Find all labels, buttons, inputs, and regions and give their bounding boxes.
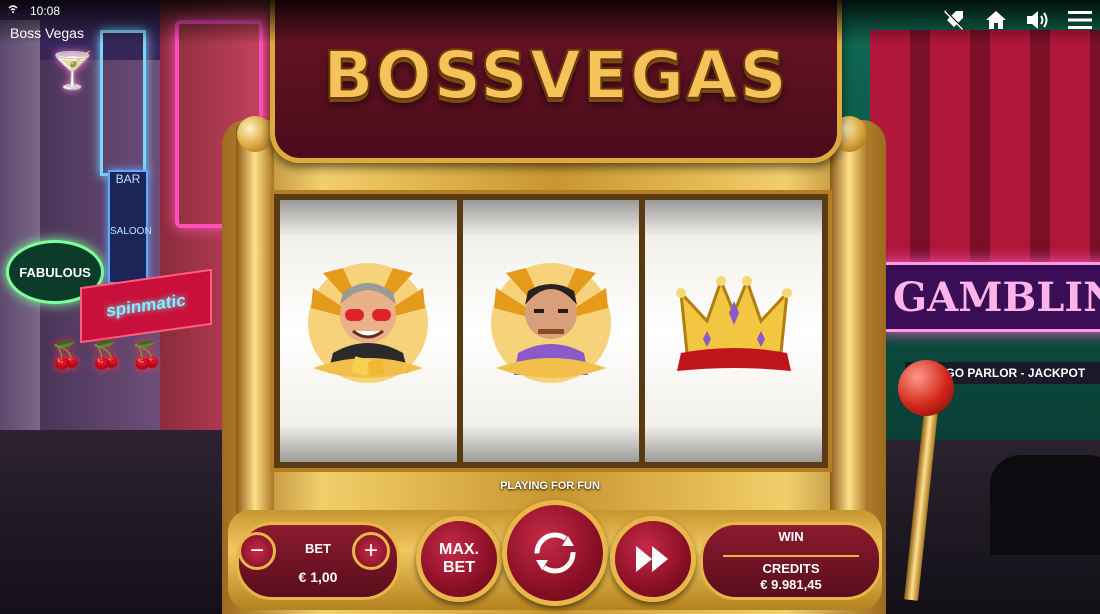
credits-value: € 9.981,45: [760, 577, 822, 592]
win-panel: WIN CREDITS € 9.981,45: [700, 522, 882, 600]
slot-lever-knob[interactable]: [898, 360, 954, 416]
win-label: WIN: [778, 529, 804, 544]
gambling-neon-sign: GAMBLIN: [880, 262, 1100, 332]
right-pillar: [830, 120, 868, 520]
bet-value: € 1,00: [298, 569, 338, 585]
left-orb-ornament: [237, 116, 273, 152]
max-bet-label-line2: BET: [443, 559, 475, 576]
reel-3: [645, 200, 823, 462]
bar-saloon-sign: BAR SALOON: [108, 170, 152, 284]
credits-label: CREDITS: [762, 561, 820, 576]
bar-sign-text: BAR: [115, 172, 141, 186]
building-right-red-columns: [870, 30, 1100, 290]
reel-2: [462, 200, 640, 462]
bet-increase-button[interactable]: +: [352, 532, 390, 570]
crown-symbol-icon: [675, 276, 792, 371]
win-divider: [723, 555, 859, 557]
wifi-icon: [8, 4, 18, 17]
app-title: Boss Vegas: [10, 25, 84, 41]
black-limousine: [990, 455, 1100, 555]
max-bet-label-line1: MAX.: [439, 541, 479, 558]
rocket-off-icon[interactable]: [940, 8, 968, 32]
boss-symbol-icon: [308, 263, 429, 383]
home-icon[interactable]: [982, 8, 1010, 32]
bet-decrease-button[interactable]: −: [238, 532, 276, 570]
blue-neon-sign: [100, 30, 146, 176]
saloon-sign-text: SALOON: [110, 226, 152, 237]
turbo-button[interactable]: [610, 516, 696, 602]
cherries-neon-icon: 🍒🍒🍒: [50, 340, 172, 370]
spin-icon: [534, 532, 576, 574]
mobster-symbol-icon: [491, 263, 611, 383]
volume-icon[interactable]: [1024, 8, 1052, 32]
playing-for-fun-label: PLAYING FOR FUN: [500, 480, 600, 492]
reel-1: [280, 200, 457, 462]
spin-button[interactable]: [502, 500, 608, 606]
status-time: 10:08: [30, 4, 61, 18]
building-left-1: [0, 20, 40, 450]
menu-icon[interactable]: [1066, 8, 1094, 32]
top-bar: 10:08 Boss Vegas: [0, 0, 1100, 44]
reels-window: [270, 190, 832, 472]
max-bet-button[interactable]: MAX. BET: [416, 516, 502, 602]
left-pillar: [236, 120, 274, 520]
game-logo: BOSSVEGAS: [322, 36, 789, 115]
street-left: [0, 430, 240, 614]
fast-forward-icon: [636, 546, 668, 572]
cocktail-neon-icon: 🍸: [50, 50, 95, 91]
